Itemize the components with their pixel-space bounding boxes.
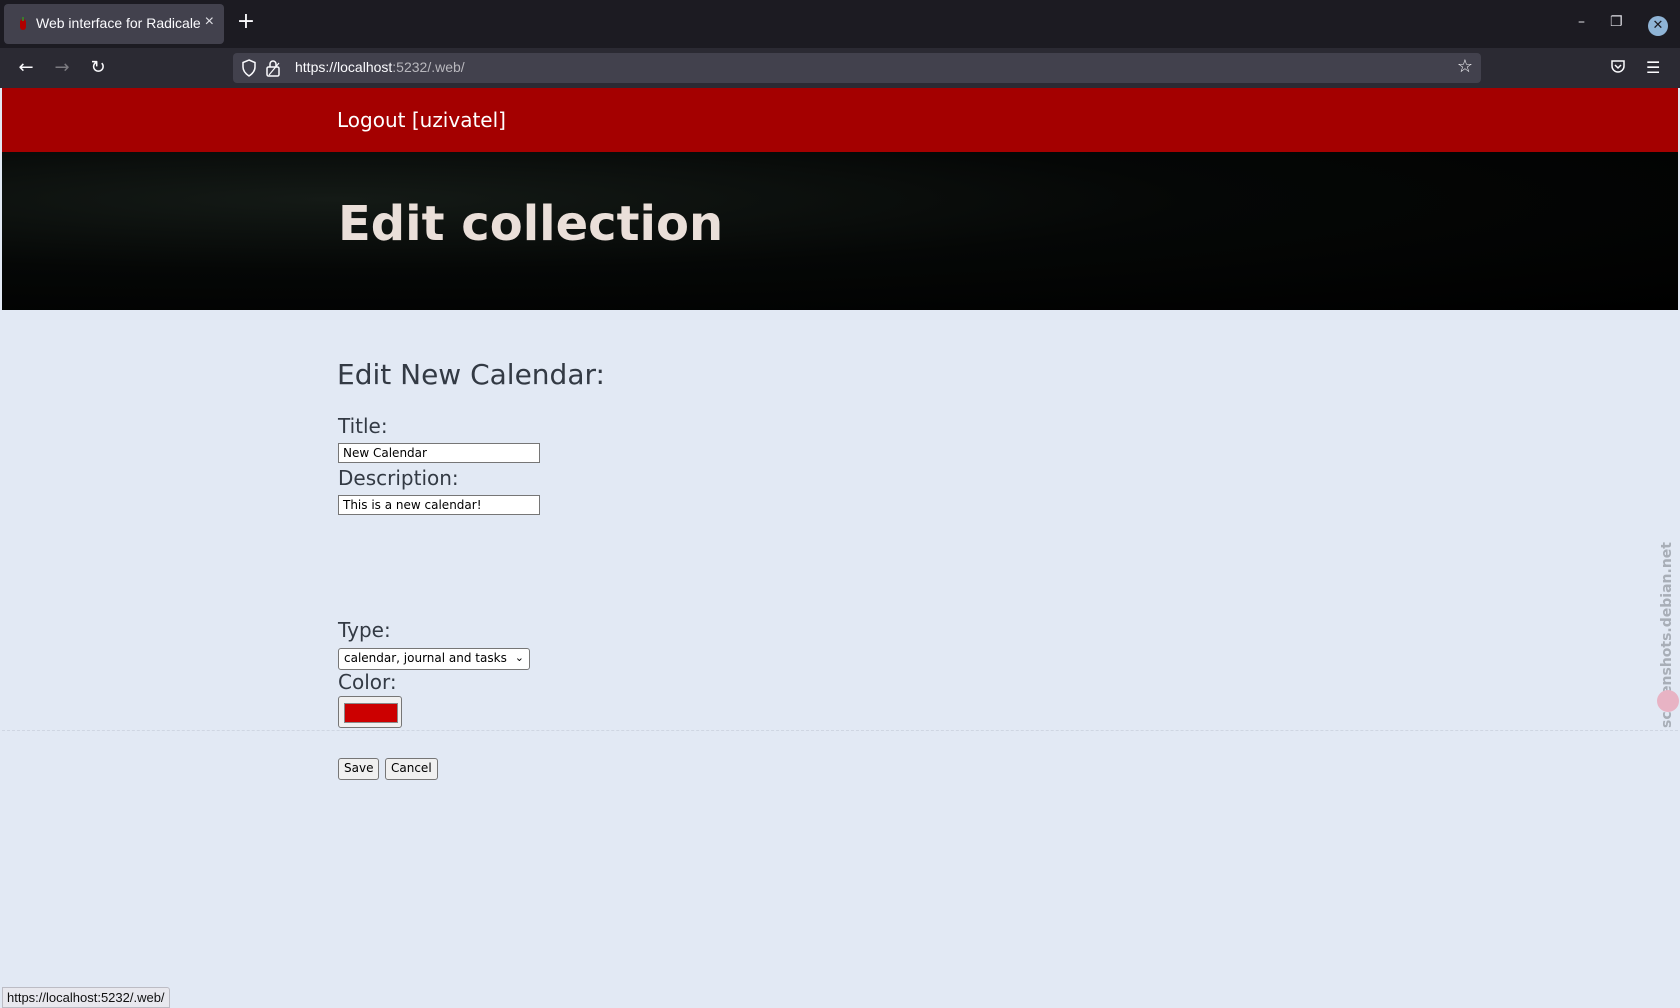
new-tab-button[interactable]: +	[236, 10, 256, 34]
page-viewport: Logout [uzivatel] Edit collection Edit N…	[2, 88, 1679, 1006]
color-picker[interactable]	[338, 696, 402, 728]
logout-link[interactable]: Logout [uzivatel]	[337, 108, 506, 132]
menu-icon[interactable]: ☰	[1646, 58, 1660, 77]
reload-icon[interactable]: ↻	[86, 56, 110, 80]
shield-icon	[242, 59, 256, 77]
lock-icon	[266, 60, 280, 77]
form-heading: Edit New Calendar:	[337, 358, 605, 391]
tab-title: Web interface for Radicale	[36, 15, 201, 31]
back-icon[interactable]: ←	[14, 56, 38, 80]
browser-navbar: ← → ↻ https://localhost:5232/.web/ ☆ ☰	[0, 48, 1680, 88]
radicale-favicon-icon	[20, 17, 26, 30]
description-label: Description:	[338, 466, 459, 490]
top-bar: Logout [uzivatel]	[2, 88, 1678, 152]
color-swatch	[344, 703, 398, 723]
forward-icon[interactable]: →	[50, 56, 74, 80]
url-host: https://localhost	[295, 59, 393, 75]
content-divider	[2, 730, 1678, 731]
watermark-logo-icon	[1657, 690, 1679, 712]
type-select[interactable]: calendar, journal and tasks ⌄	[338, 648, 530, 670]
url-text: https://localhost:5232/.web/	[295, 59, 465, 75]
description-input[interactable]: This is a new calendar!	[338, 495, 540, 515]
status-bar-url: https://localhost:5232/.web/	[2, 987, 170, 1008]
address-bar[interactable]: https://localhost:5232/.web/ ☆	[233, 53, 1481, 83]
browser-tabbar: Web interface for Radicale × + – ❐ ✕	[0, 0, 1680, 48]
cancel-button[interactable]: Cancel	[385, 758, 438, 780]
browser-tab[interactable]: Web interface for Radicale ×	[4, 4, 224, 44]
chevron-down-icon: ⌄	[514, 651, 524, 664]
type-select-value: calendar, journal and tasks	[344, 651, 507, 665]
pocket-glyph-icon	[1611, 60, 1625, 73]
minimize-icon[interactable]: –	[1578, 14, 1585, 30]
url-path: :5232/.web/	[392, 59, 465, 75]
window-close-icon[interactable]: ✕	[1648, 16, 1668, 36]
restore-icon[interactable]: ❐	[1610, 14, 1623, 30]
hero-banner: Edit collection	[2, 152, 1678, 310]
bookmark-star-icon[interactable]: ☆	[1457, 56, 1473, 77]
title-input[interactable]: New Calendar	[338, 443, 540, 463]
title-label: Title:	[338, 414, 388, 438]
page-title: Edit collection	[338, 196, 724, 252]
pocket-icon[interactable]	[1610, 58, 1626, 78]
save-button[interactable]: Save	[338, 758, 380, 780]
tab-close-icon[interactable]: ×	[205, 13, 214, 31]
type-label: Type:	[338, 618, 391, 642]
color-label: Color:	[338, 670, 397, 694]
edit-collection-form: Edit New Calendar: Title: New Calendar D…	[2, 310, 1678, 780]
